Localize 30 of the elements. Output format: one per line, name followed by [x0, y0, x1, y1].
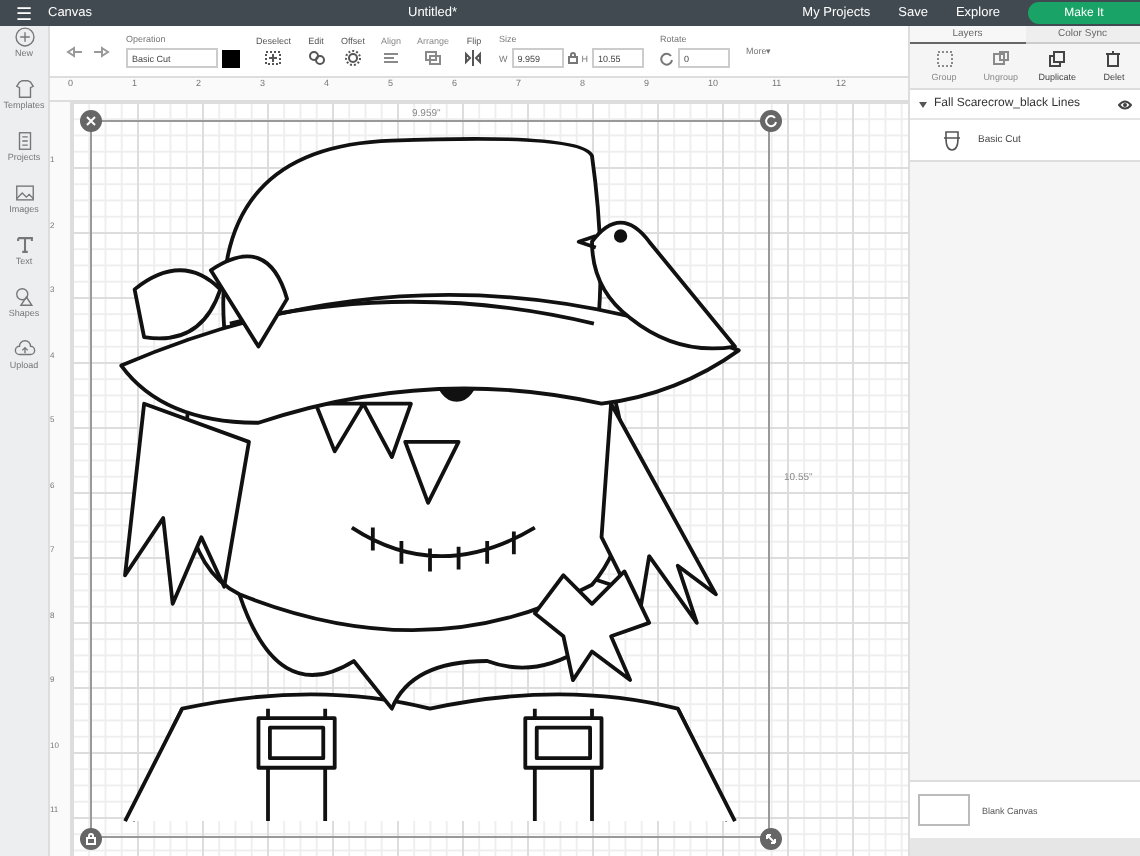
rotate-icon: [659, 51, 674, 65]
align-icon: [381, 50, 400, 66]
resize-handle[interactable]: [760, 828, 782, 850]
trash-icon: [1104, 50, 1123, 68]
color-swatch[interactable]: [222, 49, 240, 67]
images-icon: [13, 182, 35, 204]
upload-icon: [13, 338, 35, 360]
arrange-icon: [423, 50, 442, 66]
text-icon: [13, 234, 35, 256]
rotate-handle[interactable]: [760, 110, 782, 132]
templates-icon: [13, 78, 35, 100]
eye-icon[interactable]: [1118, 99, 1132, 109]
ungroup-icon: [991, 50, 1010, 68]
blank-canvas-swatch[interactable]: [918, 794, 970, 826]
flip-icon: [464, 50, 483, 66]
scarecrow-thumbnail: [938, 126, 966, 154]
undo-redo-icon[interactable]: [66, 43, 110, 59]
shapes-icon: [13, 286, 35, 308]
group-icon: [935, 50, 953, 68]
offset-icon: [343, 50, 362, 66]
projects-icon: [13, 130, 35, 152]
menu-icon[interactable]: ☰: [0, 3, 48, 23]
expand-caret-icon[interactable]: [918, 99, 928, 109]
close-handle[interactable]: [80, 110, 102, 132]
duplicate-icon: [1048, 50, 1067, 68]
lock-icon[interactable]: [567, 52, 578, 64]
new-icon: [13, 26, 35, 48]
deselect-icon: [264, 50, 283, 66]
lock-handle[interactable]: [80, 828, 102, 850]
edit-icon: [307, 50, 326, 66]
